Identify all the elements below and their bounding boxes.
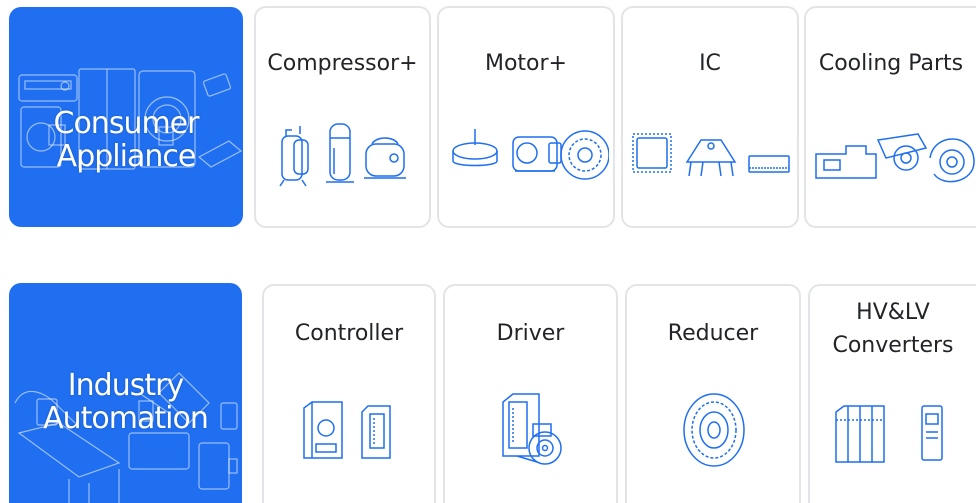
- category-card-controller[interactable]: Controller: [262, 284, 436, 503]
- servo-driver-icon: [502, 393, 562, 465]
- card-label: IC: [699, 51, 721, 76]
- card-label: Motor+: [484, 51, 567, 76]
- compressor-icon: [279, 123, 406, 187]
- chip-icon: [632, 133, 790, 177]
- category-card-reducer[interactable]: Reducer: [625, 284, 801, 503]
- hero-title-line1: Industry: [67, 368, 184, 403]
- industry-automation-tile[interactable]: Industry Automation: [9, 283, 242, 503]
- consumer-appliance-tile[interactable]: Consumer Appliance: [9, 7, 243, 227]
- category-card-hv-lv-converters[interactable]: HV&LV Converters: [808, 284, 976, 503]
- card-label: Reducer: [667, 321, 759, 346]
- card-label: Controller: [294, 321, 404, 346]
- category-card-driver[interactable]: Driver: [443, 284, 618, 503]
- card-label-line1: HV&LV: [856, 300, 930, 325]
- category-card-ic[interactable]: IC: [621, 6, 799, 228]
- reducer-icon: [683, 393, 745, 467]
- fan-housing-icon: [815, 133, 975, 183]
- hero-title-line1: Consumer: [53, 106, 200, 141]
- hero-title-line2: Appliance: [56, 139, 197, 174]
- category-card-compressor[interactable]: Compressor+: [254, 6, 431, 228]
- category-card-motor[interactable]: Motor+: [437, 6, 615, 228]
- card-label: Cooling Parts: [818, 51, 964, 76]
- card-label: Driver: [496, 321, 565, 346]
- controller-icon: [303, 401, 391, 459]
- category-card-cooling-parts[interactable]: Cooling Parts: [804, 6, 976, 228]
- motor-icon: [452, 129, 609, 180]
- card-label: Compressor+: [267, 51, 418, 76]
- converter-cabinet-icon: [835, 405, 943, 463]
- card-label-line2: Converters: [832, 333, 954, 358]
- hero-title-line2: Automation: [43, 401, 209, 436]
